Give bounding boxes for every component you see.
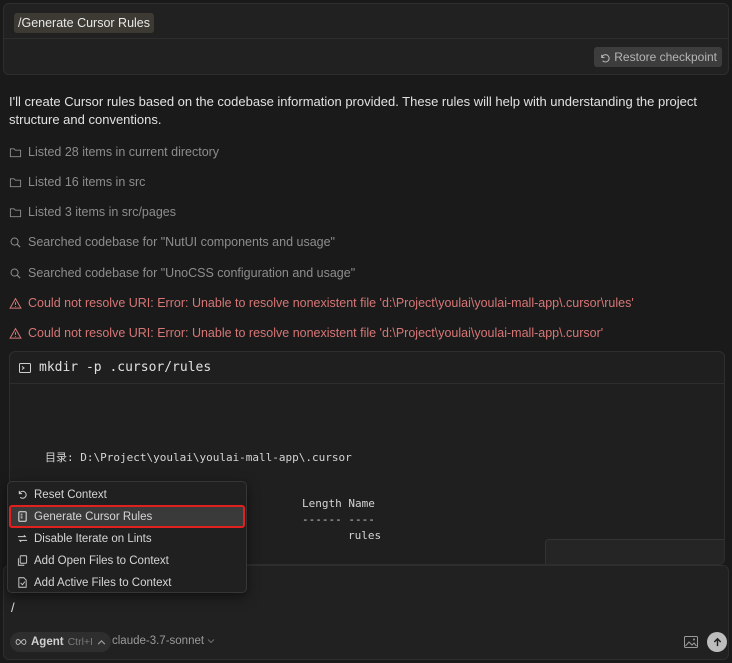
warning-icon bbox=[9, 297, 22, 309]
step-text: Searched codebase for "UnoCSS configurat… bbox=[28, 266, 356, 280]
step-search-nutui[interactable]: Searched codebase for "NutUI components … bbox=[9, 234, 335, 250]
menu-item-reset-context[interactable]: Reset Context bbox=[10, 484, 244, 505]
terminal-entry: rules bbox=[348, 529, 382, 542]
menu-item-disable-iterate[interactable]: Disable Iterate on Lints bbox=[10, 528, 244, 549]
assistant-intro: I'll create Cursor rules based on the co… bbox=[9, 94, 698, 127]
composer-input[interactable]: / bbox=[11, 600, 15, 615]
search-icon bbox=[10, 237, 21, 248]
step-list-src[interactable]: Listed 16 items in src bbox=[9, 174, 145, 190]
step-text: Listed 16 items in src bbox=[28, 175, 146, 189]
terminal-footer-bar bbox=[545, 539, 724, 564]
arrow-up-icon bbox=[713, 637, 721, 646]
terminal-col-rule: ------ ---- bbox=[302, 513, 375, 526]
step-text: Could not resolve URI: Error: Unable to … bbox=[28, 326, 604, 340]
step-error-rules: Could not resolve URI: Error: Unable to … bbox=[9, 295, 634, 311]
terminal-icon bbox=[19, 362, 31, 373]
chevron-down-icon bbox=[207, 639, 215, 644]
warning-icon bbox=[9, 327, 22, 339]
search-icon bbox=[10, 268, 21, 279]
files-icon bbox=[17, 555, 28, 566]
terminal-col-header: Length Name bbox=[302, 497, 375, 510]
slash-command-menu: Reset Context Generate Cursor Rules Disa… bbox=[7, 481, 247, 593]
terminal-header[interactable]: mkdir -p .cursor/rules bbox=[10, 352, 724, 384]
folder-icon bbox=[9, 147, 22, 157]
menu-item-label: Disable Iterate on Lints bbox=[34, 532, 152, 545]
agent-mode-selector[interactable]: Agent Ctrl+I bbox=[10, 632, 111, 652]
folder-icon bbox=[9, 177, 22, 187]
image-icon[interactable] bbox=[684, 636, 698, 648]
menu-item-label: Add Active Files to Context bbox=[34, 576, 172, 589]
model-name: claude-3.7-sonnet bbox=[112, 635, 205, 647]
menu-item-label: Add Open Files to Context bbox=[34, 554, 169, 567]
terminal-command: mkdir -p .cursor/rules bbox=[39, 360, 212, 375]
menu-item-generate-cursor-rules[interactable]: Generate Cursor Rules bbox=[9, 505, 245, 528]
step-text: Could not resolve URI: Error: Unable to … bbox=[28, 296, 634, 310]
menu-item-label: Reset Context bbox=[34, 488, 107, 501]
step-list-dir[interactable]: Listed 28 items in current directory bbox=[9, 144, 219, 160]
step-search-unocss[interactable]: Searched codebase for "UnoCSS configurat… bbox=[9, 265, 355, 281]
restore-checkpoint-button[interactable]: Restore checkpoint bbox=[594, 47, 722, 67]
iterate-icon bbox=[17, 534, 28, 543]
reset-icon bbox=[18, 490, 27, 499]
model-selector[interactable]: claude-3.7-sonnet bbox=[112, 635, 215, 647]
agent-mode-shortcut: Ctrl+I bbox=[67, 636, 93, 648]
step-list-pages[interactable]: Listed 3 items in src/pages bbox=[9, 204, 176, 220]
user-message-card: /Generate Cursor Rules Restore checkpoin… bbox=[3, 3, 729, 75]
restore-label: Restore checkpoint bbox=[614, 50, 717, 64]
restore-icon bbox=[601, 53, 610, 63]
terminal-dir-line: 目录: D:\Project\youlai\youlai-mall-app\.c… bbox=[45, 451, 352, 464]
infinity-icon bbox=[15, 638, 27, 646]
divider bbox=[4, 38, 728, 39]
menu-item-add-active-files[interactable]: Add Active Files to Context bbox=[10, 572, 244, 593]
chevron-up-icon bbox=[97, 639, 106, 645]
menu-item-label: Generate Cursor Rules bbox=[34, 510, 153, 523]
agent-mode-label: Agent bbox=[31, 636, 64, 648]
menu-item-add-open-files[interactable]: Add Open Files to Context bbox=[10, 550, 244, 571]
rules-file-icon bbox=[18, 511, 27, 522]
active-file-icon bbox=[18, 577, 27, 588]
step-text: Listed 28 items in current directory bbox=[28, 145, 220, 159]
command-chip[interactable]: /Generate Cursor Rules bbox=[14, 13, 155, 33]
step-text: Searched codebase for "NutUI components … bbox=[28, 235, 335, 249]
step-error-cursor: Could not resolve URI: Error: Unable to … bbox=[9, 325, 603, 341]
folder-icon bbox=[9, 207, 22, 217]
send-button[interactable] bbox=[707, 632, 727, 652]
step-text: Listed 3 items in src/pages bbox=[28, 205, 176, 219]
